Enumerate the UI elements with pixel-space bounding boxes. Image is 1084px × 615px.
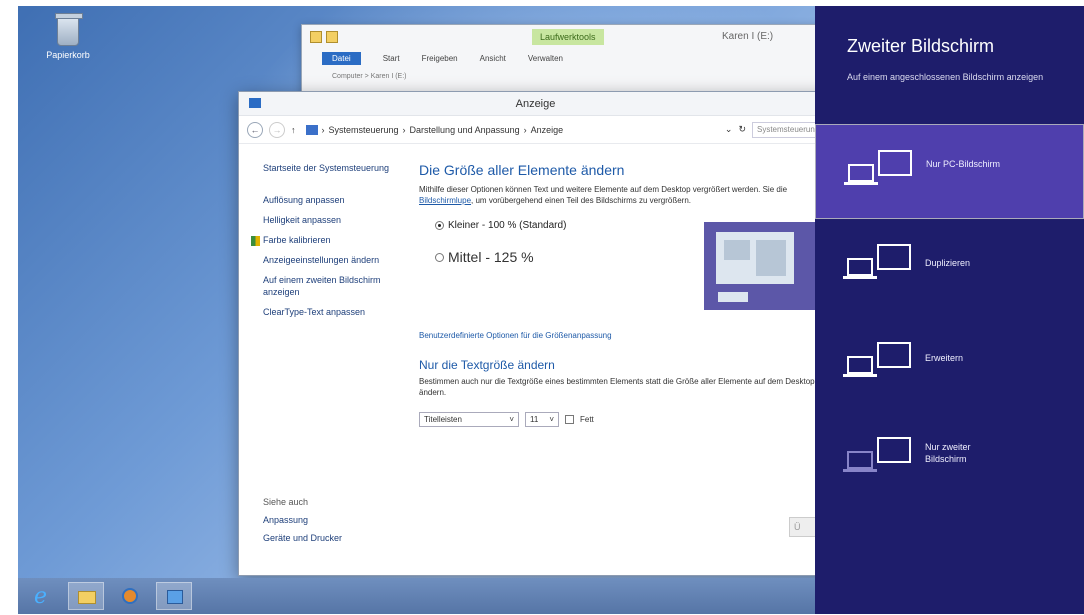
sidebar-item-home[interactable]: Startseite der Systemsteuerung <box>263 162 403 174</box>
see-also-heading: Siehe auch <box>263 497 309 507</box>
breadcrumb-item[interactable]: Anzeige <box>531 125 564 135</box>
link-devices-printers[interactable]: Geräte und Drucker <box>263 533 342 543</box>
charm-title: Zweiter Bildschirm <box>847 36 995 56</box>
internet-explorer-icon[interactable]: e <box>24 582 60 610</box>
tab-freigeben[interactable]: Freigeben <box>422 54 458 63</box>
preview-bar <box>718 292 748 302</box>
tab-datei[interactable]: Datei <box>322 51 361 65</box>
control-panel-window[interactable]: Anzeige ← → ↑ › Systemsteuerung › Darste… <box>238 91 833 576</box>
chevron-down-icon[interactable]: ⌄ <box>725 124 733 135</box>
page-title: Die Größe aller Elemente ändern <box>419 162 625 178</box>
tab-start[interactable]: Start <box>383 54 400 63</box>
sidebar-item-second-screen[interactable]: Auf einem zweiten Bildschirm anzeigen <box>263 274 403 298</box>
radio-button[interactable] <box>435 252 444 262</box>
ribbon-tabs: Datei Start Freigeben Ansicht Verwalten <box>302 49 830 67</box>
bold-label: Fett <box>580 415 594 424</box>
sidebar-item-resolution[interactable]: Auflösung anpassen <box>263 194 403 206</box>
sidebar-item-cleartype[interactable]: ClearType-Text anpassen <box>263 306 403 318</box>
recycle-bin-label: Papierkorb <box>46 50 90 60</box>
radio-button-selected[interactable] <box>435 221 444 230</box>
window-title: Anzeige <box>515 98 556 110</box>
chevron-down-icon: ˅ <box>509 415 514 424</box>
explorer-titlebar: Laufwerktools Karen I (E:) <box>302 25 830 49</box>
explorer-address[interactable]: Computer > Karen I (E:) <box>332 73 800 85</box>
desktop: Papierkorb Laufwerktools Karen I (E:) Da… <box>18 6 1084 614</box>
control-panel-icon <box>305 124 318 135</box>
option-second-only[interactable]: Nur zweiter Bildschirm <box>815 409 1084 504</box>
tab-ansicht[interactable]: Ansicht <box>480 54 506 63</box>
option-pc-only[interactable]: Nur PC-Bildschirm <box>815 124 1084 219</box>
navigation-bar: ← → ↑ › Systemsteuerung › Darstellung un… <box>239 116 832 144</box>
magnifier-link[interactable]: Bildschirmlupe <box>419 196 471 205</box>
chevron-down-icon: ˅ <box>549 415 554 424</box>
window-title: Karen I (E:) <box>722 31 774 42</box>
up-arrow-icon[interactable]: ↑ <box>291 125 296 135</box>
text-size-controls: Titelleisten ˅ 11 ˅ Fett <box>419 412 829 427</box>
folder-icon[interactable] <box>326 31 338 43</box>
context-tab[interactable]: Laufwerktools <box>532 29 604 45</box>
charm-subtitle: Auf einem angeschlossenen Bildschirm anz… <box>847 72 1044 82</box>
bold-checkbox[interactable] <box>565 415 574 424</box>
breadcrumb-item[interactable]: Systemsteuerung <box>329 125 399 135</box>
media-player-icon[interactable] <box>112 582 148 610</box>
description: Mithilfe dieser Optionen können Text und… <box>419 185 788 205</box>
recycle-bin-icon <box>55 13 83 46</box>
custom-sizing-link[interactable]: Benutzerdefinierte Optionen für die Größ… <box>419 331 829 340</box>
size-preview-image <box>704 222 829 310</box>
sidebar: Startseite der Systemsteuerung Auflösung… <box>251 162 403 326</box>
size-select[interactable]: 11 ˅ <box>525 412 559 427</box>
link-personalization[interactable]: Anpassung <box>263 515 342 525</box>
main-content: Die Größe aller Elemente ändern Mithilfe… <box>419 162 829 537</box>
sidebar-item-brightness[interactable]: Helligkeit anpassen <box>263 214 403 226</box>
quick-access-toolbar[interactable] <box>310 31 338 43</box>
text-size-description: Bestimmen auch nur die Textgröße eines b… <box>419 377 815 397</box>
taskbar: e <box>18 578 815 614</box>
breadcrumb-item[interactable]: Darstellung und Anpassung <box>410 125 520 135</box>
breadcrumb[interactable]: › Systemsteuerung › Darstellung und Anpa… <box>305 124 564 135</box>
folder-icon[interactable] <box>310 31 322 43</box>
shield-icon <box>251 235 260 246</box>
tab-verwalten[interactable]: Verwalten <box>528 54 563 63</box>
second-screen-charm: Zweiter Bildschirm Auf einem angeschloss… <box>815 6 1084 614</box>
sidebar-item-calibrate[interactable]: Farbe kalibrieren <box>251 234 403 246</box>
element-select[interactable]: Titelleisten ˅ <box>419 412 519 427</box>
sidebar-item-display-settings[interactable]: Anzeigeeinstellungen ändern <box>263 254 403 266</box>
forward-button[interactable]: → <box>269 121 285 138</box>
cp-titlebar: Anzeige <box>239 92 832 116</box>
see-also: Siehe auch Anpassung Geräte und Drucker <box>263 497 342 543</box>
option-extend[interactable]: Erweitern <box>815 314 1084 409</box>
refresh-icon[interactable]: ↻ <box>738 124 746 135</box>
file-explorer-icon[interactable] <box>68 582 104 610</box>
option-duplicate[interactable]: Duplizieren <box>815 219 1084 314</box>
preview-window <box>716 232 794 284</box>
recycle-bin[interactable]: Papierkorb <box>38 13 98 60</box>
section-title: Nur die Textgröße ändern <box>419 358 555 372</box>
control-panel-icon[interactable] <box>156 582 192 610</box>
back-button[interactable]: ← <box>247 121 263 138</box>
